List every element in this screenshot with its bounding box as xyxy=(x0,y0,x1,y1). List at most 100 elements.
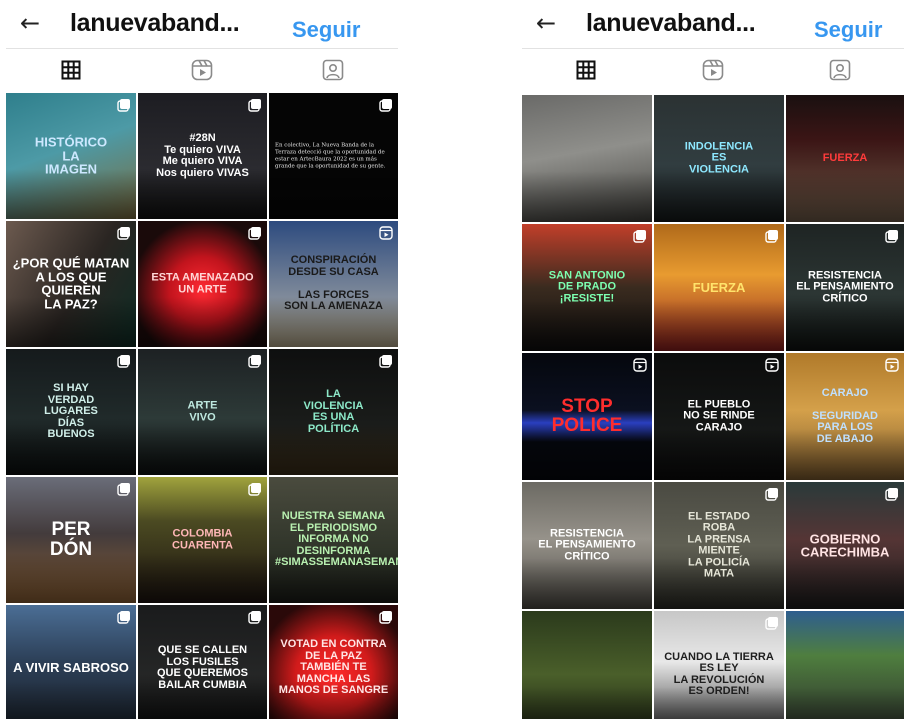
post-tile[interactable]: EL ESTADO ROBA LA PRENSA MIENTE LA POLIC… xyxy=(654,482,784,609)
post-tile[interactable]: SI HAY VERDAD LUGARES DÍAS BUENOS xyxy=(6,349,136,475)
tab-tagged[interactable] xyxy=(777,52,904,88)
tab-grid[interactable] xyxy=(6,52,137,88)
carousel-icon xyxy=(117,227,130,240)
back-arrow-icon[interactable]: ← xyxy=(536,9,556,37)
post-tile[interactable]: CARAJO SEGURIDAD PARA LOS DE ABAJO xyxy=(786,353,904,480)
post-projection-text: LA VIOLENCIA ES UNA POLÍTICA xyxy=(303,387,364,435)
post-tile[interactable]: COLOMBIA CUARENTA xyxy=(138,477,267,603)
carousel-icon xyxy=(765,488,778,501)
post-tile[interactable]: ARTE VIVO xyxy=(138,349,267,475)
tab-reels[interactable] xyxy=(137,52,268,88)
phone-right: ← lanuevaband... Seguir INDOLENCIA ES VI… xyxy=(522,0,904,719)
post-tile[interactable]: RESISTENCIA EL PENSAMIENTO CRÍTICO xyxy=(522,482,652,609)
post-projection-text: GOBIERNO CARECHIMBA xyxy=(800,530,890,560)
post-tile[interactable]: EL PUEBLO NO SE RINDE CARAJO xyxy=(654,353,784,480)
photo-shade xyxy=(138,296,267,347)
post-projection-text: A VIVIR SABROSO xyxy=(13,660,129,676)
tagged-icon xyxy=(830,59,851,81)
photo-shade xyxy=(786,687,904,719)
post-projection-text: FUERZA xyxy=(822,151,868,164)
post-projection-text: SI HAY VERDAD LUGARES DÍAS BUENOS xyxy=(44,382,98,441)
carousel-icon xyxy=(885,230,898,243)
post-tile[interactable]: LA VIOLENCIA ES UNA POLÍTICA xyxy=(269,349,398,475)
carousel-icon xyxy=(765,617,778,630)
reel-icon xyxy=(885,358,899,372)
post-tile[interactable]: NUESTRA SEMANA EL PERIODISMO INFORMA NO … xyxy=(269,477,398,603)
post-tile[interactable]: FUERZA xyxy=(786,95,904,222)
photo-shade xyxy=(522,429,652,480)
post-tile[interactable] xyxy=(522,611,652,719)
post-tile[interactable] xyxy=(522,95,652,222)
carousel-icon xyxy=(248,483,261,496)
profile-header: ← lanuevaband... Seguir xyxy=(6,0,398,50)
photo-shade xyxy=(786,300,904,351)
post-projection-text: SAN ANTONIO DE PRADO ¡RESISTE! xyxy=(548,269,626,305)
post-tile[interactable]: HISTÓRICO LA IMAGEN xyxy=(6,93,136,219)
post-tile[interactable]: CUANDO LA TIERRA ES LEY LA REVOLUCIÓN ES… xyxy=(654,611,784,719)
post-projection-text: NUESTRA SEMANA EL PERIODISMO INFORMA NO … xyxy=(275,510,398,569)
tab-reels[interactable] xyxy=(649,52,776,88)
post-projection-text: CONSPIRACIÓN DESDE SU CASA LAS FORCES SO… xyxy=(284,254,383,313)
carousel-icon xyxy=(248,611,261,624)
post-projection-text: HISTÓRICO LA IMAGEN xyxy=(34,134,108,177)
post-projection-text: CARAJO SEGURIDAD PARA LOS DE ABAJO xyxy=(811,386,878,445)
carousel-icon xyxy=(379,355,392,368)
photo-shade xyxy=(522,171,652,222)
carousel-icon xyxy=(117,355,130,368)
post-tile[interactable]: FUERZA xyxy=(654,224,784,351)
post-tile[interactable]: QUE SE CALLEN LOS FUSILES QUE QUEREMOS B… xyxy=(138,605,267,719)
profile-tabs xyxy=(6,52,398,88)
post-projection-text: EL ESTADO ROBA LA PRENSA MIENTE LA POLIC… xyxy=(687,509,751,580)
post-tile[interactable]: VOTAD EN CONTRA DE LA PAZ TAMBIÉN TE MAN… xyxy=(269,605,398,719)
post-projection-text: RESISTENCIA EL PENSAMIENTO CRÍTICO xyxy=(538,527,636,563)
post-projection-text: #28N Te quiero VIVA Me quiero VIVA Nos q… xyxy=(156,131,249,179)
post-tile[interactable]: En colectivo, La Nueva Banda de la Terra… xyxy=(269,93,398,219)
tab-tagged[interactable] xyxy=(267,52,398,88)
username: lanuevaband... xyxy=(70,9,240,37)
follow-button[interactable]: Seguir xyxy=(292,17,360,43)
photo-shade xyxy=(654,171,784,222)
post-tile[interactable]: INDOLENCIA ES VIOLENCIA xyxy=(654,95,784,222)
post-tile[interactable]: RESISTENCIA EL PENSAMIENTO CRÍTICO xyxy=(786,224,904,351)
carousel-icon xyxy=(248,355,261,368)
carousel-icon xyxy=(633,230,646,243)
post-tile[interactable]: GOBIERNO CARECHIMBA xyxy=(786,482,904,609)
post-tile[interactable]: A VIVIR SABROSO xyxy=(6,605,136,719)
post-projection-text: ARTE VIVO xyxy=(187,399,218,423)
photo-shade xyxy=(138,552,267,603)
photo-shade xyxy=(786,171,904,222)
post-tile[interactable]: PER DÓN xyxy=(6,477,136,603)
post-tile[interactable] xyxy=(786,611,904,719)
post-tile[interactable]: ¿POR QUÉ MATAN A LOS QUE QUIEREN LA PAZ? xyxy=(6,221,136,347)
reel-icon xyxy=(765,358,779,372)
header-divider xyxy=(522,48,904,49)
tagged-icon xyxy=(322,59,343,81)
post-projection-text: COLOMBIA CUARENTA xyxy=(172,527,233,551)
post-projection-text: QUE SE CALLEN LOS FUSILES QUE QUEREMOS B… xyxy=(156,643,249,691)
carousel-icon xyxy=(248,99,261,112)
reel-icon xyxy=(379,226,393,240)
carousel-icon xyxy=(248,227,261,240)
follow-button[interactable]: Seguir xyxy=(814,17,882,43)
post-tile[interactable]: CONSPIRACIÓN DESDE SU CASA LAS FORCES SO… xyxy=(269,221,398,347)
post-projection-text: INDOLENCIA ES VIOLENCIA xyxy=(684,140,754,176)
post-projection-text: STOP POLICE xyxy=(551,395,623,437)
carousel-icon xyxy=(885,488,898,501)
post-tile[interactable]: SAN ANTONIO DE PRADO ¡RESISTE! xyxy=(522,224,652,351)
photo-shade xyxy=(522,558,652,609)
photo-shade xyxy=(6,680,136,719)
reels-icon xyxy=(702,59,724,81)
post-tile[interactable]: STOP POLICE xyxy=(522,353,652,480)
carousel-icon xyxy=(117,99,130,112)
photo-shade xyxy=(269,168,398,219)
post-projection-text: ¿POR QUÉ MATAN A LOS QUE QUIEREN LA PAZ? xyxy=(12,255,130,312)
posts-grid: HISTÓRICO LA IMAGEN #28N Te quiero VIVA M… xyxy=(6,93,398,719)
post-tile[interactable]: #28N Te quiero VIVA Me quiero VIVA Nos q… xyxy=(138,93,267,219)
back-arrow-icon[interactable]: ← xyxy=(20,9,40,37)
tab-grid[interactable] xyxy=(522,52,649,88)
post-tile[interactable]: ESTA AMENAZADO UN ARTE xyxy=(138,221,267,347)
photo-shade xyxy=(6,552,136,603)
post-projection-text: ESTA AMENAZADO UN ARTE xyxy=(151,271,254,295)
posts-grid: INDOLENCIA ES VIOLENCIA FUERZA SAN ANTONIO… xyxy=(522,95,904,719)
carousel-icon xyxy=(379,611,392,624)
